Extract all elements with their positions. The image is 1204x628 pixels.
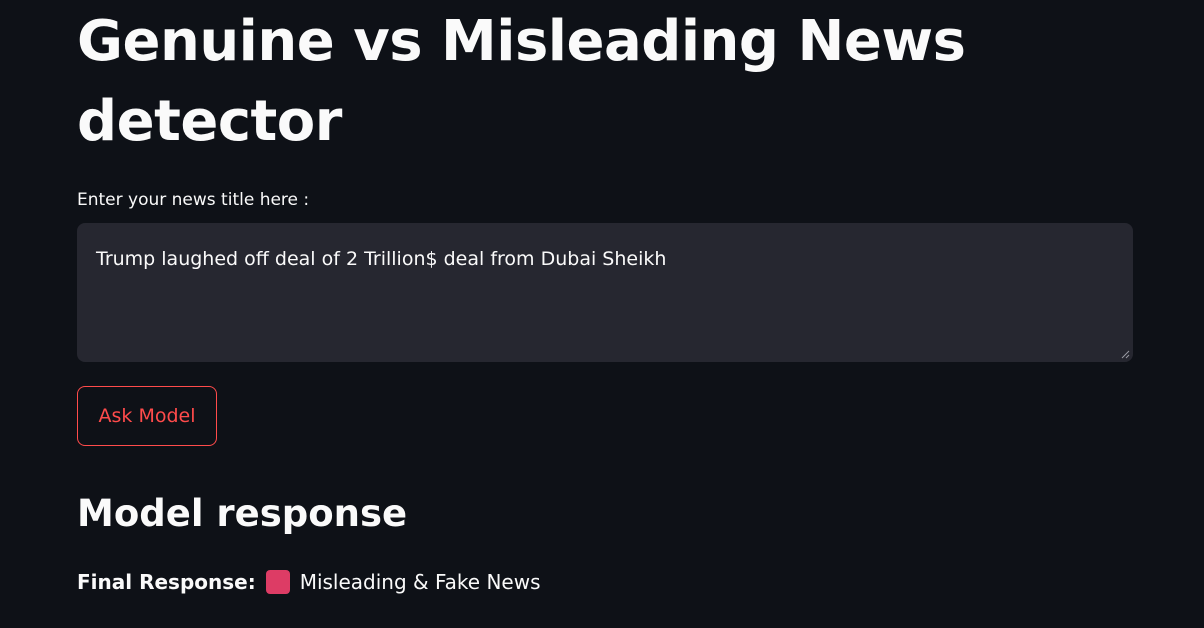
page-title: Genuine vs Misleading News detector	[77, 9, 966, 154]
final-response-row: Final Response: Misleading & Fake News	[77, 568, 540, 596]
resize-handle-icon[interactable]	[1120, 349, 1130, 359]
final-response-value: Misleading & Fake News	[299, 570, 541, 594]
model-response-heading: Model response	[77, 492, 408, 535]
news-title-input[interactable]: Trump laughed off deal of 2 Trillion$ de…	[77, 223, 1133, 362]
news-input-container: Trump laughed off deal of 2 Trillion$ de…	[77, 223, 1133, 362]
ask-model-button[interactable]: Ask Model	[77, 386, 217, 446]
news-input-label: Enter your news title here :	[77, 190, 310, 210]
final-response-label: Final Response:	[77, 570, 256, 594]
red-square-icon	[265, 570, 290, 594]
